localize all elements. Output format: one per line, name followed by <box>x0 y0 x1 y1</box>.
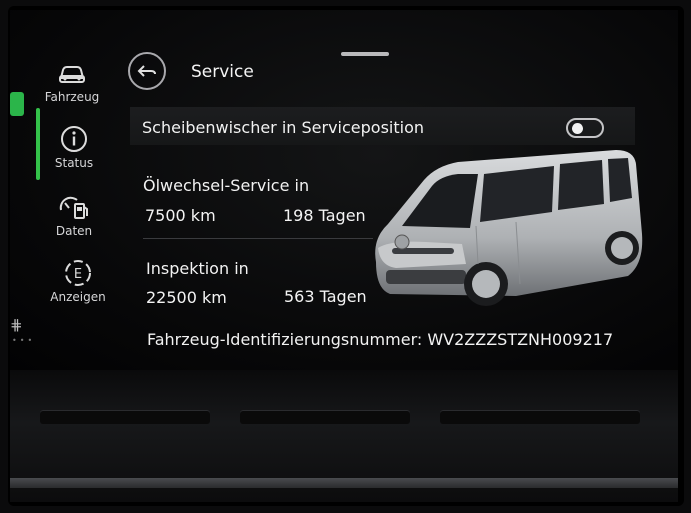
nav-item-status[interactable]: Status <box>38 124 110 170</box>
oil-service-days: 198 Tagen <box>283 206 366 225</box>
nav-item-daten[interactable]: Daten <box>38 192 110 238</box>
display-e-icon: E <box>65 260 91 286</box>
page-title: Service <box>191 62 254 82</box>
nav-item-anzeigen[interactable]: E Anzeigen <box>42 258 114 304</box>
toggle-knob <box>572 123 583 134</box>
vent-slot <box>40 410 210 424</box>
vent-slot <box>240 410 410 424</box>
vin-text: Fahrzeug-Identifizierungsnummer: WV2ZZZS… <box>147 330 614 349</box>
back-button[interactable] <box>128 52 166 90</box>
inspection-title: Inspektion in <box>146 259 249 278</box>
svg-text:E: E <box>74 267 82 282</box>
inspection-distance: 22500 km <box>146 288 227 307</box>
side-dots: ••• <box>12 336 36 345</box>
nav-label: Status <box>54 156 94 170</box>
vehicle-image <box>375 150 643 306</box>
oil-service-title: Ölwechsel-Service in <box>143 176 310 195</box>
side-panel-tab[interactable] <box>10 92 24 116</box>
fuel-gauge-icon <box>59 196 88 219</box>
section-divider <box>143 238 373 239</box>
wiper-toggle[interactable] <box>566 118 604 138</box>
back-arrow-icon <box>137 65 156 77</box>
inspection-days: 563 Tagen <box>284 287 367 306</box>
vent-slot <box>440 410 640 424</box>
nav-label: Fahrzeug <box>44 90 100 104</box>
drag-handle[interactable] <box>341 52 389 56</box>
info-icon <box>61 126 87 152</box>
oil-service-distance: 7500 km <box>145 206 216 225</box>
nav-label: Anzeigen <box>50 290 106 304</box>
car-icon <box>59 66 85 83</box>
wiper-setting-label: Scheibenwischer in Serviceposition <box>142 118 425 137</box>
heated-rear-window-icon: ⋕ <box>10 316 23 334</box>
nav-item-fahrzeug[interactable]: Fahrzeug <box>36 58 108 104</box>
dashboard-trim <box>10 478 678 488</box>
nav-label: Daten <box>55 224 93 238</box>
